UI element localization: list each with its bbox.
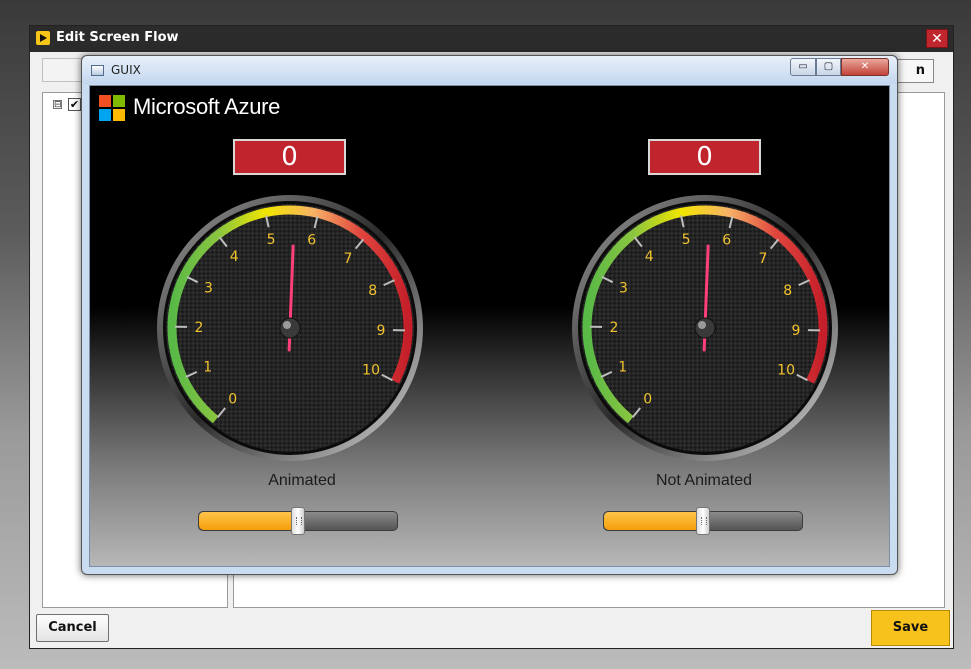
minimize-button[interactable]: ▭ bbox=[790, 58, 816, 76]
guix-title: GUIX bbox=[111, 63, 141, 77]
window-app-icon bbox=[91, 65, 104, 76]
window-close-button[interactable]: ✕ bbox=[841, 58, 889, 76]
slider-thumb[interactable] bbox=[291, 507, 305, 535]
save-button[interactable]: Save bbox=[871, 610, 950, 646]
gauge-label-not-animated: Not Animated bbox=[655, 472, 753, 489]
slider-fill bbox=[604, 512, 703, 530]
gauge-tick-label: 5 bbox=[267, 232, 276, 248]
gauge-label-animated: Animated bbox=[268, 472, 336, 489]
gauge-tick-label: 0 bbox=[643, 392, 652, 408]
slider-animated[interactable] bbox=[198, 507, 398, 535]
gauge-tick-label: 10 bbox=[362, 362, 380, 378]
gauge-tick-label: 6 bbox=[307, 233, 316, 249]
gauge-tick-label: 8 bbox=[783, 283, 792, 299]
gauge-tick-label: 4 bbox=[230, 249, 239, 265]
cancel-button[interactable]: Cancel bbox=[36, 614, 109, 642]
gauge-tick-label: 4 bbox=[645, 249, 654, 265]
dialog-titlebar: Edit Screen Flow ✕ bbox=[30, 26, 953, 52]
gauge-value-display-animated: 0 bbox=[233, 139, 346, 175]
app-play-icon bbox=[36, 31, 50, 45]
slider-thumb[interactable] bbox=[696, 507, 710, 535]
guix-canvas: Microsoft Azure 0 0 0 1 2 3 4 5 6 7 8 9 10 0123456… bbox=[89, 85, 890, 567]
gauge-tick-label: 0 bbox=[228, 392, 237, 408]
gauge-not-animated: 01 2 3 4 5 6 78 9 10 bbox=[572, 195, 838, 461]
brand-name: Microsoft Azure bbox=[133, 94, 281, 119]
gauge-tick-label: 1 bbox=[618, 360, 627, 376]
gauge-tick-label: 6 bbox=[722, 233, 731, 249]
gauge-tick-label: 2 bbox=[195, 320, 204, 336]
gauge-tick-label: 5 bbox=[682, 232, 691, 248]
gauge-tick-label: 9 bbox=[377, 323, 386, 339]
toolbar-partial-button[interactable]: n bbox=[892, 59, 934, 83]
gauge-hub-highlight bbox=[698, 321, 706, 329]
gauge-tick-label: 2 bbox=[610, 320, 619, 336]
slider-not-animated[interactable] bbox=[603, 507, 803, 535]
slider-fill bbox=[199, 512, 298, 530]
dialog-close-button[interactable]: ✕ bbox=[926, 29, 948, 48]
gauge-tick-label: 10 bbox=[777, 362, 795, 378]
microsoft-logo-icon bbox=[99, 95, 125, 121]
gauge-tick-label: 7 bbox=[759, 251, 768, 267]
gauge-animated: 01 2 3 4 5 6 78 9 10 bbox=[157, 195, 423, 461]
gauge-tick-label: 3 bbox=[204, 281, 213, 297]
gauge-hub bbox=[279, 317, 301, 339]
tree-collapse-icon[interactable]: ⊟ bbox=[53, 100, 62, 110]
gauge-hub-highlight bbox=[283, 321, 291, 329]
dialog-title: Edit Screen Flow bbox=[56, 30, 179, 45]
gauge-hub bbox=[694, 317, 716, 339]
gauge-tick-label: 1 bbox=[203, 360, 212, 376]
gauge-tick-label: 7 bbox=[344, 251, 353, 267]
gauge-tick-label: 3 bbox=[619, 281, 628, 297]
guix-titlebar[interactable]: GUIX ▭ ▢ ✕ bbox=[82, 56, 897, 84]
gauge-tick-label: 9 bbox=[792, 323, 801, 339]
maximize-button[interactable]: ▢ bbox=[816, 58, 841, 76]
tree-checkbox[interactable]: ✔ bbox=[68, 98, 81, 111]
gauge-value-display-not-animated: 0 bbox=[648, 139, 761, 175]
guix-window: GUIX ▭ ▢ ✕ Microsoft Azure 0 0 012345678… bbox=[81, 55, 898, 575]
gauge-tick-label: 8 bbox=[368, 283, 377, 299]
